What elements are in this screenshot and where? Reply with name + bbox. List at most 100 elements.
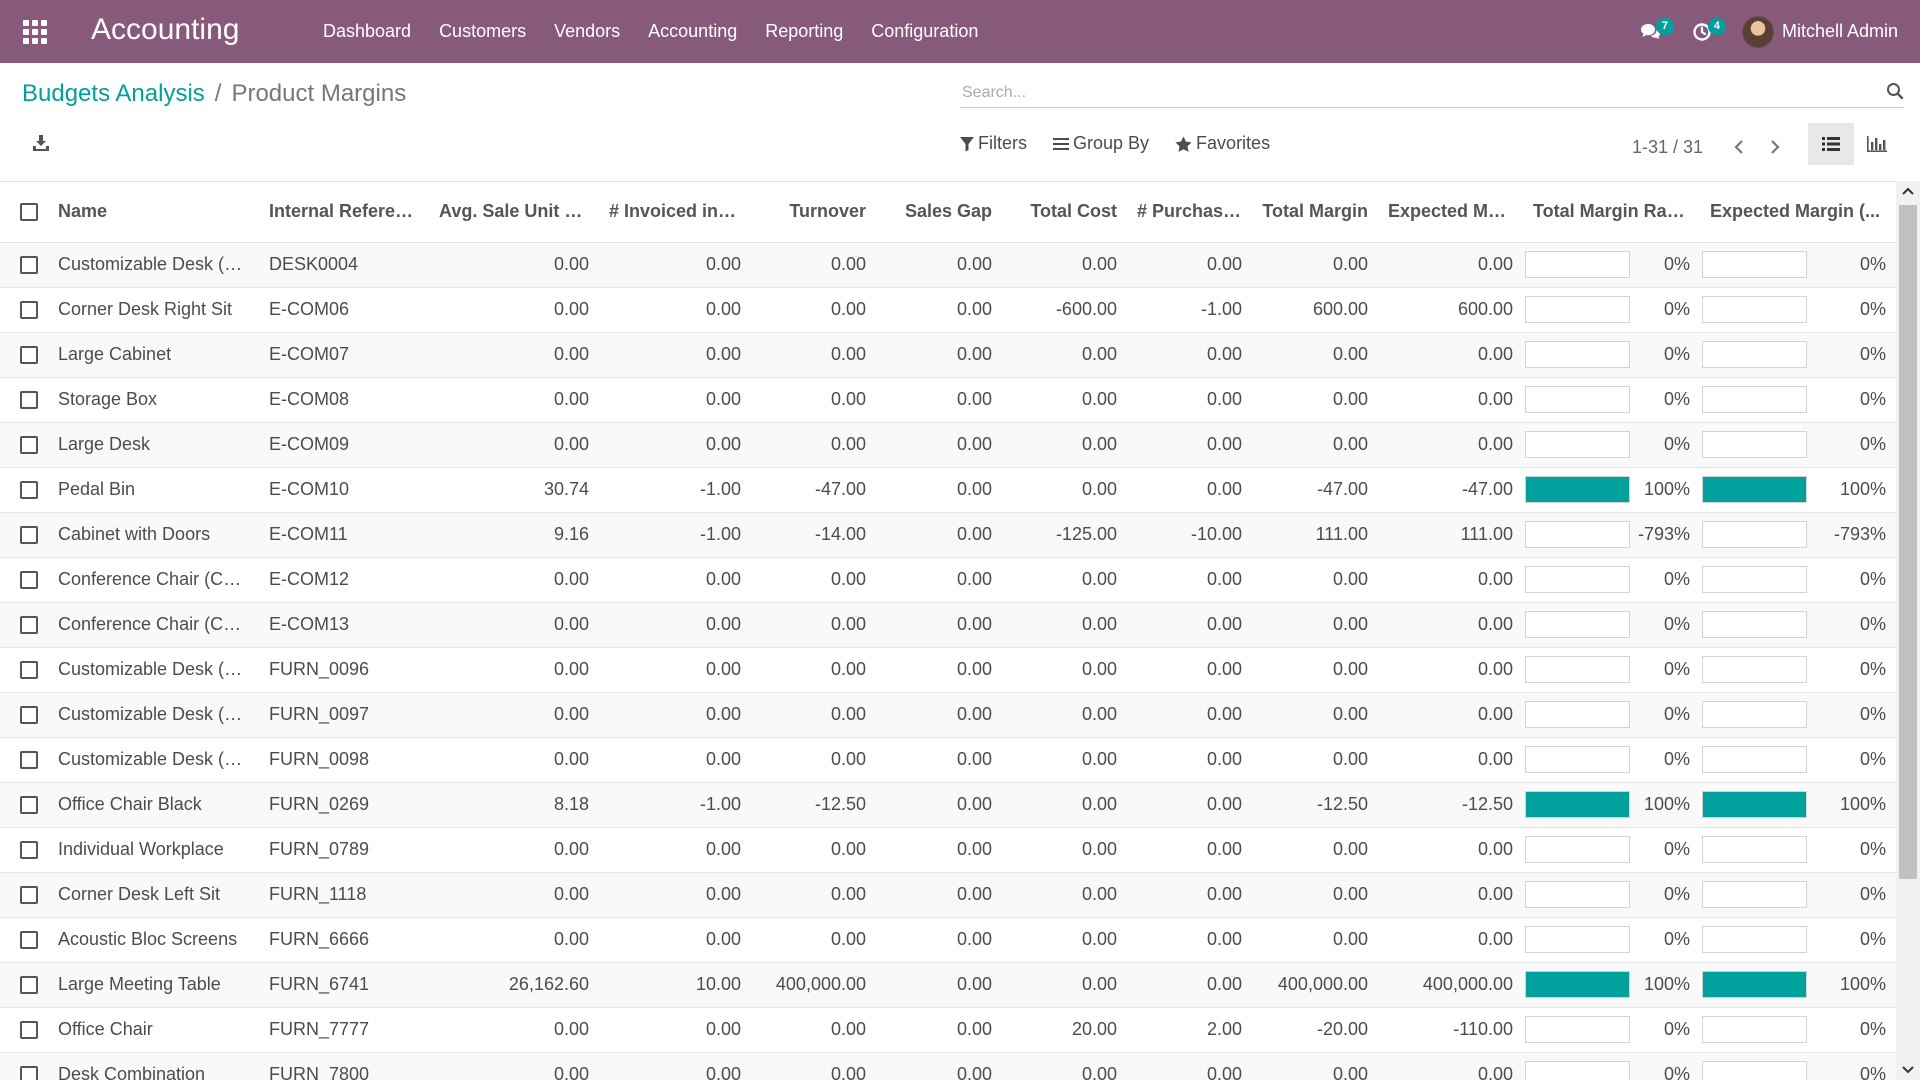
row-checkbox[interactable] xyxy=(20,660,38,679)
total-margin-rate-progress-bar xyxy=(1525,341,1630,368)
column-header-expected-margin-rate[interactable]: Expected Margin (... xyxy=(1700,182,1896,243)
group-by-button[interactable]: Group By xyxy=(1053,133,1149,154)
apps-grid-icon[interactable] xyxy=(23,20,47,44)
favorites-button[interactable]: Favorites xyxy=(1175,133,1270,154)
table-row[interactable]: Individual Workplace FURN_0789 0.00 0.00 0.0… xyxy=(0,827,1896,873)
cell-avg-sale-unit-price: 0.00 xyxy=(429,422,599,468)
row-checkbox[interactable] xyxy=(20,750,38,769)
row-checkbox[interactable] xyxy=(20,840,38,859)
cell-purchased: 0.00 xyxy=(1127,422,1252,468)
table-row[interactable]: Acoustic Bloc Screens FURN_6666 0.00 0.00 0.… xyxy=(0,917,1896,963)
row-checkbox[interactable] xyxy=(20,975,38,994)
column-header-total-margin[interactable]: Total Margin xyxy=(1252,182,1378,243)
app-brand[interactable]: Accounting xyxy=(91,13,239,47)
search-input[interactable] xyxy=(960,80,1904,106)
column-header-invoiced-in-sale[interactable]: # Invoiced in Sa... xyxy=(599,182,751,243)
row-checkbox[interactable] xyxy=(20,390,38,409)
pager-next-button[interactable] xyxy=(1757,133,1793,161)
row-checkbox[interactable] xyxy=(20,795,38,814)
table-row[interactable]: Corner Desk Left Sit FURN_1118 0.00 0.00 0.0… xyxy=(0,872,1896,918)
cell-name: Desk Combination xyxy=(48,1052,259,1080)
row-checkbox[interactable] xyxy=(20,570,38,589)
column-header-turnover[interactable]: Turnover xyxy=(751,182,876,243)
table-row[interactable]: Customizable Desk (CO... FURN_0097 0.00 0.0… xyxy=(0,692,1896,738)
row-checkbox[interactable] xyxy=(20,885,38,904)
total-margin-rate-value: 0% xyxy=(1663,884,1690,904)
cell-expected-margin: 0.00 xyxy=(1378,827,1523,873)
expected-margin-rate-progress-bar xyxy=(1702,836,1807,863)
column-header-total-margin-rate[interactable]: Total Margin Rate(%) xyxy=(1523,182,1700,243)
cell-total-cost: 0.00 xyxy=(1002,557,1127,603)
list-view-button[interactable] xyxy=(1808,123,1854,165)
user-menu[interactable]: Mitchell Admin xyxy=(1741,15,1898,48)
row-checkbox[interactable] xyxy=(20,300,38,319)
scroll-down-button[interactable] xyxy=(1896,1060,1920,1080)
table-row[interactable]: Storage Box E-COM08 0.00 0.00 0.00 0.00 0.00 0.… xyxy=(0,377,1896,423)
scrollbar-thumb[interactable] xyxy=(1899,205,1917,879)
menu-accounting[interactable]: Accounting xyxy=(634,0,751,63)
row-checkbox[interactable] xyxy=(20,525,38,544)
column-header-avg-sale-unit-price[interactable]: Avg. Sale Unit Pri... xyxy=(429,182,599,243)
table-row[interactable]: Desk Combination FURN_7800 0.00 0.00 0.00 0.0… xyxy=(0,1052,1896,1080)
select-all-checkbox[interactable] xyxy=(20,202,38,221)
table-row[interactable]: Corner Desk Right Sit E-COM06 0.00 0.00 0.00… xyxy=(0,287,1896,333)
table-row[interactable]: Office Chair FURN_7777 0.00 0.00 0.00 0.00 20.… xyxy=(0,1007,1896,1053)
cell-name: Individual Workplace xyxy=(48,827,259,873)
table-row[interactable]: Customizable Desk (CO... DESK0004 0.00 0.00… xyxy=(0,242,1896,288)
pager-value[interactable]: 1-31 / 31 xyxy=(1632,137,1703,158)
row-checkbox[interactable] xyxy=(20,615,38,634)
total-margin-rate-wrapper: 0% xyxy=(1525,701,1698,728)
cell-turnover: 0.00 xyxy=(751,242,876,288)
breadcrumb-parent[interactable]: Budgets Analysis xyxy=(22,80,205,108)
vertical-scrollbar[interactable] xyxy=(1896,181,1920,1080)
table-row[interactable]: Conference Chair (CON... E-COM12 0.00 0.00 0… xyxy=(0,557,1896,603)
graph-view-button[interactable] xyxy=(1854,123,1900,165)
column-header-sales-gap[interactable]: Sales Gap xyxy=(876,182,1002,243)
column-header-expected-margin[interactable]: Expected Marg... xyxy=(1378,182,1523,243)
menu-dashboard[interactable]: Dashboard xyxy=(309,0,425,63)
total-margin-rate-progress-bar xyxy=(1525,1016,1630,1043)
row-checkbox[interactable] xyxy=(20,705,38,724)
row-checkbox[interactable] xyxy=(20,255,38,274)
total-margin-rate-progress-fill xyxy=(1526,477,1629,502)
table-row[interactable]: Cabinet with Doors E-COM11 9.16 -1.00 -14.00… xyxy=(0,512,1896,558)
cell-total-margin: 0.00 xyxy=(1252,242,1378,288)
table-row[interactable]: Pedal Bin E-COM10 30.74 -1.00 -47.00 0.00 0.00… xyxy=(0,467,1896,513)
column-header-internal-reference[interactable]: Internal Reference xyxy=(259,182,429,243)
table-row[interactable]: Conference Chair (CON... E-COM13 0.00 0.00 0… xyxy=(0,602,1896,648)
filters-button[interactable]: Filters xyxy=(960,133,1027,154)
cell-sales-gap: 0.00 xyxy=(876,872,1002,918)
cell-sales-gap: 0.00 xyxy=(876,512,1002,558)
menu-reporting[interactable]: Reporting xyxy=(751,0,857,63)
scroll-up-button[interactable] xyxy=(1896,181,1920,201)
row-checkbox[interactable] xyxy=(20,930,38,949)
cell-purchased: 0.00 xyxy=(1127,692,1252,738)
table-row[interactable]: Customizable Desk (CO... FURN_0096 0.00 0.0… xyxy=(0,647,1896,693)
row-checkbox[interactable] xyxy=(20,345,38,364)
pager-previous-button[interactable] xyxy=(1721,133,1757,161)
row-checkbox[interactable] xyxy=(20,1020,38,1039)
column-header-name[interactable]: Name xyxy=(48,182,259,243)
menu-configuration[interactable]: Configuration xyxy=(857,0,992,63)
row-select-cell xyxy=(0,962,48,1008)
table-row[interactable]: Large Meeting Table FURN_6741 26,162.60 10.… xyxy=(0,962,1896,1008)
row-checkbox[interactable] xyxy=(20,435,38,454)
table-row[interactable]: Office Chair Black FURN_0269 8.18 -1.00 -12.… xyxy=(0,782,1896,828)
menu-vendors[interactable]: Vendors xyxy=(540,0,634,63)
column-header-total-cost[interactable]: Total Cost xyxy=(1002,182,1127,243)
cell-purchased: 0.00 xyxy=(1127,1052,1252,1080)
messages-button[interactable]: 7 xyxy=(1640,0,1674,63)
search-icon[interactable] xyxy=(1886,82,1904,100)
row-checkbox[interactable] xyxy=(20,1065,38,1080)
menu-customers[interactable]: Customers xyxy=(425,0,540,63)
download-button[interactable] xyxy=(32,134,50,157)
activities-count-badge: 4 xyxy=(1707,18,1726,35)
table-row[interactable]: Large Desk E-COM09 0.00 0.00 0.00 0.00 0.00 0.0… xyxy=(0,422,1896,468)
activities-button[interactable]: 4 xyxy=(1692,0,1726,63)
total-margin-rate-value: 0% xyxy=(1663,839,1690,859)
table-row[interactable]: Large Cabinet E-COM07 0.00 0.00 0.00 0.00 0.00… xyxy=(0,332,1896,378)
column-header-purchased[interactable]: # Purchased xyxy=(1127,182,1252,243)
table-row[interactable]: Customizable Desk (CO... FURN_0098 0.00 0.0… xyxy=(0,737,1896,783)
row-checkbox[interactable] xyxy=(20,480,38,499)
total-margin-rate-value: 0% xyxy=(1663,704,1690,724)
